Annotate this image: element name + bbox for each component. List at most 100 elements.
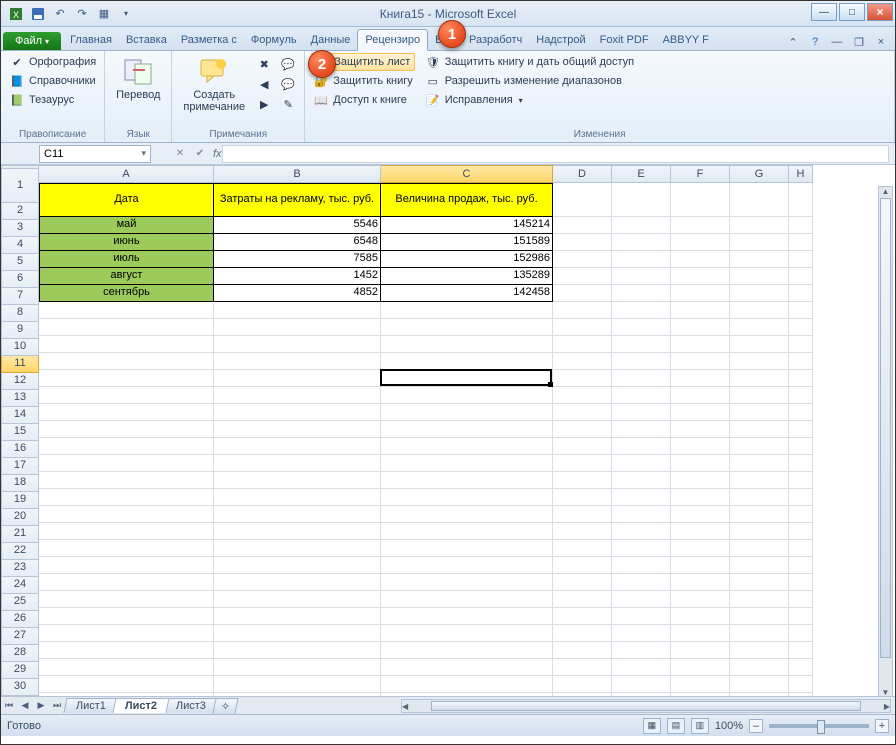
cell-H27[interactable] — [789, 642, 813, 659]
tab-addins[interactable]: Надстрой — [529, 30, 592, 50]
cell-D14[interactable] — [553, 421, 612, 438]
cell-E2[interactable] — [612, 217, 671, 234]
show-comment-button[interactable]: 💬 — [278, 55, 298, 73]
cell-B28[interactable] — [214, 659, 381, 676]
cell-F27[interactable] — [671, 642, 730, 659]
cell-D20[interactable] — [553, 523, 612, 540]
cell-G8[interactable] — [730, 319, 789, 336]
cell-E15[interactable] — [612, 438, 671, 455]
cell-A4[interactable]: июль — [39, 251, 214, 268]
row-header-11[interactable]: 11 — [1, 356, 39, 373]
cancel-icon[interactable]: ✕ — [173, 148, 187, 159]
cell-F5[interactable] — [671, 268, 730, 285]
cell-A16[interactable] — [39, 455, 214, 472]
cell-D19[interactable] — [553, 506, 612, 523]
cell-C10[interactable] — [381, 353, 553, 370]
cell-C26[interactable] — [381, 625, 553, 642]
cell-B10[interactable] — [214, 353, 381, 370]
row-header-21[interactable]: 21 — [1, 526, 39, 543]
cell-G24[interactable] — [730, 591, 789, 608]
cell-H23[interactable] — [789, 574, 813, 591]
cell-A21[interactable] — [39, 540, 214, 557]
cell-B2[interactable]: 5546 — [214, 217, 381, 234]
cell-G23[interactable] — [730, 574, 789, 591]
cell-E14[interactable] — [612, 421, 671, 438]
print-icon[interactable]: ▦ — [95, 5, 113, 23]
cell-G7[interactable] — [730, 302, 789, 319]
cell-G15[interactable] — [730, 438, 789, 455]
cell-G3[interactable] — [730, 234, 789, 251]
cell-G9[interactable] — [730, 336, 789, 353]
cell-F22[interactable] — [671, 557, 730, 574]
cell-D13[interactable] — [553, 404, 612, 421]
cell-B15[interactable] — [214, 438, 381, 455]
cell-C28[interactable] — [381, 659, 553, 676]
horizontal-scrollbar[interactable]: ◀▶ — [401, 699, 891, 713]
cell-H9[interactable] — [789, 336, 813, 353]
cell-C12[interactable] — [381, 387, 553, 404]
cell-F19[interactable] — [671, 506, 730, 523]
cell-C24[interactable] — [381, 591, 553, 608]
redo-icon[interactable]: ↷ — [73, 5, 91, 23]
cell-F11[interactable] — [671, 370, 730, 387]
save-icon[interactable] — [29, 5, 47, 23]
cell-E22[interactable] — [612, 557, 671, 574]
allow-ranges-button[interactable]: ▭Разрешить изменение диапазонов — [423, 72, 636, 90]
cell-C2[interactable]: 145214 — [381, 217, 553, 234]
cell-G25[interactable] — [730, 608, 789, 625]
cell-C3[interactable]: 151589 — [381, 234, 553, 251]
cell-G5[interactable] — [730, 268, 789, 285]
cell-C11[interactable] — [381, 370, 553, 387]
tab-insert[interactable]: Вставка — [119, 30, 174, 50]
help-icon[interactable]: ? — [807, 34, 823, 50]
cell-H7[interactable] — [789, 302, 813, 319]
cell-F4[interactable] — [671, 251, 730, 268]
spelling-button[interactable]: ✔Орфография — [7, 53, 98, 71]
thesaurus-button[interactable]: 📗Тезаурус — [7, 91, 98, 109]
cell-E9[interactable] — [612, 336, 671, 353]
cell-F7[interactable] — [671, 302, 730, 319]
qat-dropdown-icon[interactable]: ▾ — [117, 5, 135, 23]
cell-F10[interactable] — [671, 353, 730, 370]
cell-C15[interactable] — [381, 438, 553, 455]
cell-A15[interactable] — [39, 438, 214, 455]
cell-A8[interactable] — [39, 319, 214, 336]
cell-D10[interactable] — [553, 353, 612, 370]
cell-C29[interactable] — [381, 676, 553, 693]
row-header-9[interactable]: 9 — [1, 322, 39, 339]
cell-D28[interactable] — [553, 659, 612, 676]
doc-min-icon[interactable]: — — [829, 34, 845, 50]
cell-E19[interactable] — [612, 506, 671, 523]
cell-E12[interactable] — [612, 387, 671, 404]
sheet-nav-first[interactable]: ⏮ — [1, 700, 17, 711]
cell-C21[interactable] — [381, 540, 553, 557]
cell-F6[interactable] — [671, 285, 730, 302]
cell-F16[interactable] — [671, 455, 730, 472]
row-header-13[interactable]: 13 — [1, 390, 39, 407]
cell-G16[interactable] — [730, 455, 789, 472]
cell-G12[interactable] — [730, 387, 789, 404]
row-header-24[interactable]: 24 — [1, 577, 39, 594]
name-box[interactable]: C11 ▾ — [39, 145, 151, 163]
cell-D2[interactable] — [553, 217, 612, 234]
tab-developer[interactable]: Разработч — [462, 30, 529, 50]
row-header-3[interactable]: 3 — [1, 220, 39, 237]
cell-C5[interactable]: 135289 — [381, 268, 553, 285]
fx-icon[interactable]: fx — [213, 148, 222, 160]
cell-B25[interactable] — [214, 608, 381, 625]
cell-F17[interactable] — [671, 472, 730, 489]
cell-D3[interactable] — [553, 234, 612, 251]
cell-E3[interactable] — [612, 234, 671, 251]
cell-E17[interactable] — [612, 472, 671, 489]
cell-B8[interactable] — [214, 319, 381, 336]
cell-E13[interactable] — [612, 404, 671, 421]
cell-G13[interactable] — [730, 404, 789, 421]
cell-A25[interactable] — [39, 608, 214, 625]
protect-share-button[interactable]: 🛡Защитить книгу и дать общий доступ — [423, 53, 636, 71]
cell-A27[interactable] — [39, 642, 214, 659]
tab-review[interactable]: Рецензиро — [357, 29, 428, 51]
cell-A6[interactable]: сентябрь — [39, 285, 214, 302]
cell-F24[interactable] — [671, 591, 730, 608]
cell-F9[interactable] — [671, 336, 730, 353]
cell-A17[interactable] — [39, 472, 214, 489]
